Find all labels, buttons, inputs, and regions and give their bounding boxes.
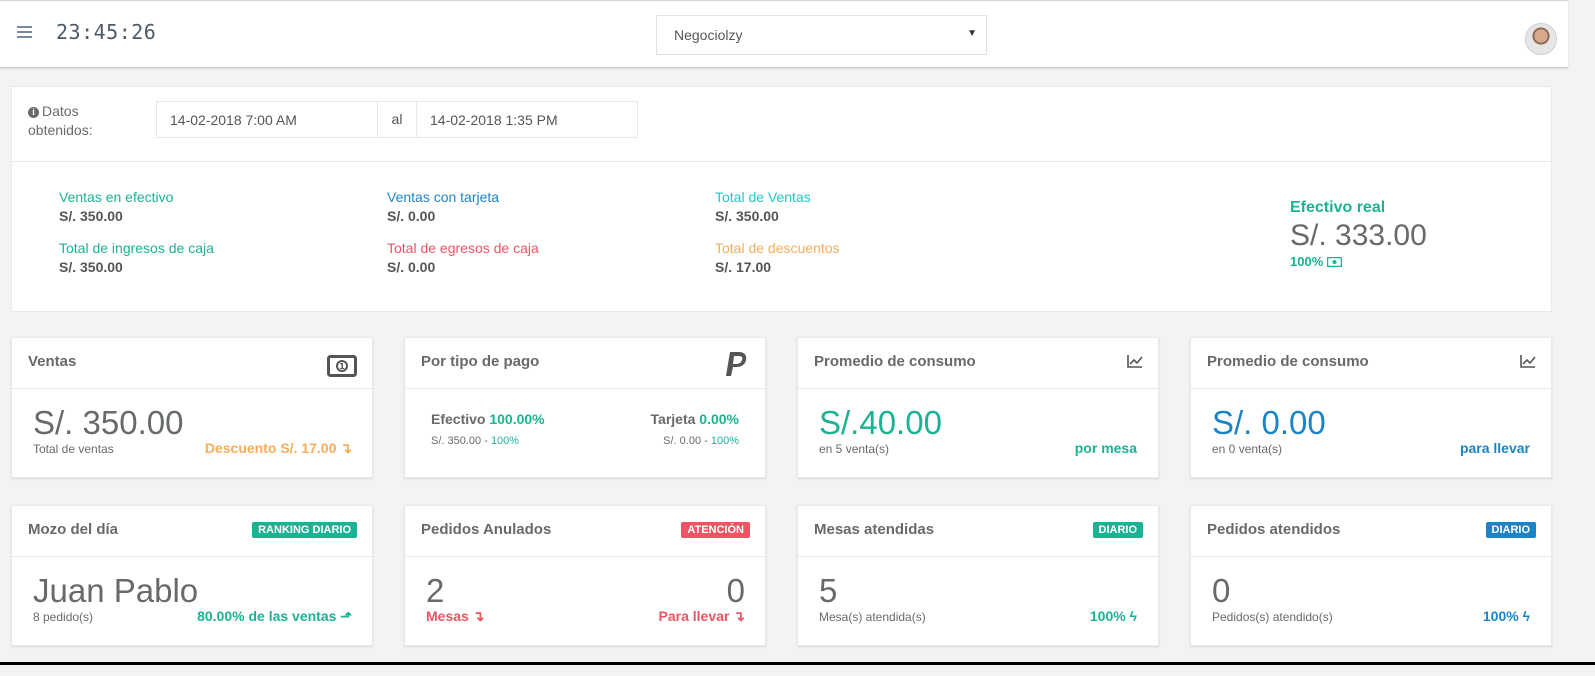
badge-diario: DIARIO: [1485, 522, 1536, 538]
ventas-descuento: Descuento S/. 17.00 ↴: [204, 440, 352, 456]
svg-text:1: 1: [339, 362, 345, 371]
card-title: Promedio de consumo: [814, 353, 976, 370]
anulados-mesas-label: Mesas ↴: [426, 608, 485, 624]
money-icon: 1: [327, 355, 357, 377]
card-promedio-mesa: Promedio de consumo S/.40.00 en 5 venta(…: [797, 337, 1159, 478]
promedio-llevar-sub: en 0 venta(s): [1212, 442, 1283, 456]
mozo-value: Juan Pablo: [33, 572, 199, 609]
promedio-llevar-right: para llevar: [1459, 440, 1530, 456]
date-separator: al: [377, 101, 417, 138]
ventas-sub: Total de ventas: [33, 442, 114, 456]
caret-down-icon: ▼: [967, 28, 977, 39]
card-title: Por tipo de pago: [421, 353, 540, 370]
badge-ranking: RANKING DIARIO: [252, 522, 357, 538]
card-pedidos: Pedidos atendidos DIARIO 0 Pedidos(s) at…: [1190, 505, 1552, 646]
pedidos-right: 100% ϟ: [1482, 608, 1530, 624]
stat-egresos-caja: Total de egresos de caja S/. 0.00: [387, 240, 539, 275]
stat-total-ventas: Total de Ventas S/. 350.00: [715, 189, 811, 224]
business-select[interactable]: Negociolzy ▼: [656, 15, 987, 55]
promedio-mesa-sub: en 5 venta(s): [819, 442, 890, 456]
avatar[interactable]: [1525, 23, 1557, 55]
anulados-mesas-value: 2: [426, 572, 445, 609]
bolt-icon: ϟ: [1522, 608, 1530, 624]
summary-panel: i Datos obtenidos: 14-02-2018 7:00 AM al …: [11, 86, 1552, 312]
menu-icon[interactable]: [17, 26, 32, 38]
line-chart-icon: [1127, 355, 1143, 368]
card-mozo: Mozo del día RANKING DIARIO Juan Pablo 8…: [11, 505, 373, 646]
clock: 23:45:26: [56, 20, 157, 44]
mozo-right: 80.00% de las ventas ⬏: [197, 608, 352, 624]
promedio-mesa-right: por mesa: [1074, 440, 1137, 456]
business-select-value: Negociolzy: [674, 27, 743, 43]
card-title: Pedidos atendidos: [1207, 521, 1341, 538]
card-promedio-llevar: Promedio de consumo S/. 0.00 en 0 venta(…: [1190, 337, 1552, 478]
info-icon: i: [28, 107, 39, 118]
badge-diario: DIARIO: [1092, 522, 1143, 538]
card-title: Ventas: [28, 353, 77, 370]
card-title: Pedidos Anulados: [421, 521, 552, 538]
mozo-sub: 8 pedido(s): [33, 610, 94, 624]
level-up-icon: ⬏: [340, 608, 352, 624]
card-anulados: Pedidos Anulados ATENCIÓN 2 Mesas ↴ 0 Pa…: [404, 505, 766, 646]
anulados-llevar-label: Para llevar ↴: [658, 608, 745, 624]
promedio-llevar-value: S/. 0.00: [1212, 404, 1326, 441]
card-title: Promedio de consumo: [1207, 353, 1369, 370]
level-down-icon: ↴: [472, 608, 485, 624]
badge-atencion: ATENCIÓN: [681, 522, 750, 538]
ventas-value: S/. 350.00: [33, 404, 184, 441]
date-range-row: i Datos obtenidos: 14-02-2018 7:00 AM al …: [12, 87, 1551, 162]
efectivo-real: Efectivo real S/. 333.00 100%: [1290, 199, 1427, 269]
level-down-icon: ↴: [340, 440, 352, 456]
card-title: Mesas atendidas: [814, 521, 935, 538]
paypal-icon: [726, 352, 747, 376]
anulados-llevar-value: 0: [726, 572, 745, 609]
pedidos-value: 0: [1212, 572, 1231, 609]
top-navbar: 23:45:26 Negociolzy ▼: [0, 0, 1568, 68]
line-chart-icon: [1520, 355, 1536, 368]
date-from-input[interactable]: 14-02-2018 7:00 AM: [156, 101, 378, 138]
stat-ventas-tarjeta: Ventas con tarjeta S/. 0.00: [387, 189, 500, 224]
mesas-sub: Mesa(s) atendida(s): [819, 610, 926, 624]
stat-ingresos-caja: Total de ingresos de caja S/. 350.00: [59, 240, 214, 275]
pedidos-sub: Pedidos(s) atendido(s): [1212, 610, 1333, 624]
level-down-icon: ↴: [733, 608, 745, 624]
bolt-icon: ϟ: [1129, 608, 1137, 624]
stat-ventas-efectivo: Ventas en efectivo S/. 350.00: [59, 189, 174, 224]
date-to-input[interactable]: 14-02-2018 1:35 PM: [416, 101, 638, 138]
money-icon: [1326, 256, 1343, 268]
card-tipo-pago: Por tipo de pago Efectivo 100.00% S/. 35…: [404, 337, 766, 478]
mesas-right: 100% ϟ: [1089, 608, 1137, 624]
promedio-mesa-value: S/.40.00: [819, 404, 942, 441]
card-ventas: Ventas 1 S/. 350.00 Total de ventas Desc…: [11, 337, 373, 478]
stat-total-descuentos: Total de descuentos S/. 17.00: [715, 240, 840, 275]
bottom-border: [0, 662, 1595, 665]
card-title: Mozo del día: [28, 521, 118, 538]
card-mesas: Mesas atendidas DIARIO 5 Mesa(s) atendid…: [797, 505, 1159, 646]
mesas-value: 5: [819, 572, 838, 609]
